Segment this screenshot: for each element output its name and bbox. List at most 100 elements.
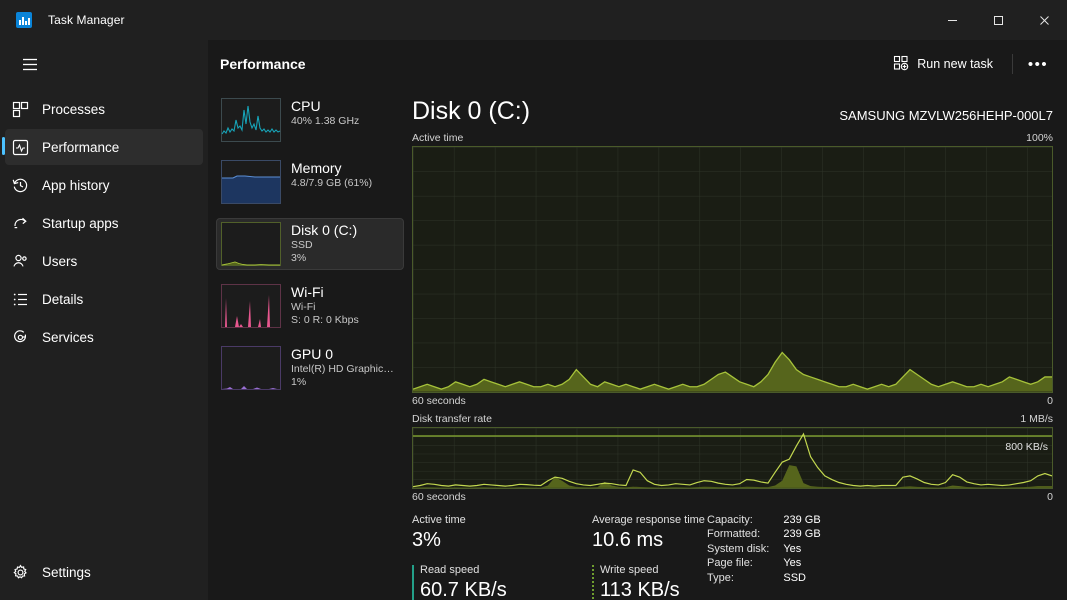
info-key: Formatted: [707, 527, 769, 542]
nav-spacer [0, 356, 208, 553]
resource-list: CPU 40% 1.38 GHz [208, 88, 404, 600]
resource-item-cpu[interactable]: CPU 40% 1.38 GHz [216, 94, 404, 146]
more-options-button[interactable]: ••• [1021, 48, 1055, 80]
resource-item-wifi[interactable]: Wi-Fi Wi-Fi S: 0 R: 0 Kbps [216, 280, 404, 332]
resource-item-memory[interactable]: Memory 4.8/7.9 GB (61%) [216, 156, 404, 208]
hamburger-icon [12, 48, 48, 80]
disk-info-values: 239 GB 239 GB Yes Yes SSD [783, 513, 820, 600]
sidebar-item-services[interactable]: Services [5, 319, 203, 355]
header-actions: Run new task ••• [882, 48, 1055, 80]
sidebar-item-label: Startup apps [42, 216, 119, 231]
detail-header: Disk 0 (C:) SAMSUNG MZVLW256HEHP-000L7 [412, 88, 1053, 126]
memory-thumbnail-graph [221, 160, 281, 204]
info-value: 239 GB [783, 513, 820, 528]
sidebar-item-label: Details [42, 292, 83, 307]
stat-value: 10.6 ms [592, 528, 707, 553]
stat-label: Active time [412, 513, 592, 528]
detail-model: SAMSUNG MZVLW256HEHP-000L7 [839, 108, 1053, 126]
transfer-rate-caption: Disk transfer rate 1 MB/s [412, 413, 1053, 425]
sidebar-nav: Processes Performance [0, 40, 208, 600]
resource-detail-1: Intel(R) HD Graphics ... [291, 363, 397, 376]
resource-detail-1: Wi-Fi [291, 301, 359, 314]
active-time-caption: Active time 100% [412, 132, 1053, 144]
stats-column-left: Active time 3% Read speed 60.7 KB/s [412, 513, 592, 600]
stat-value: 113 KB/s [600, 578, 680, 600]
menu-toggle[interactable] [0, 44, 208, 84]
stat-label: Average response time [592, 513, 707, 528]
performance-icon [12, 139, 42, 156]
window-body: Processes Performance [0, 40, 1067, 600]
maximize-button[interactable] [975, 0, 1021, 40]
gpu-thumbnail-graph [221, 346, 281, 390]
minimize-button[interactable] [929, 0, 975, 40]
transfer-rate-chart: 800 KB/s [412, 427, 1053, 489]
resource-name: Wi-Fi [291, 284, 359, 301]
resource-name: Memory [291, 160, 372, 177]
resource-name: Disk 0 (C:) [291, 222, 357, 239]
resource-meta: CPU 40% 1.38 GHz [291, 98, 359, 128]
info-key: System disk: [707, 542, 769, 557]
window-controls [929, 0, 1067, 40]
resource-detail-2: 3% [291, 252, 357, 265]
resource-item-gpu-0[interactable]: GPU 0 Intel(R) HD Graphics ... 1% [216, 342, 404, 394]
info-value: Yes [783, 556, 820, 571]
detail-title: Disk 0 (C:) [412, 96, 530, 126]
active-time-x-left: 60 seconds [412, 395, 466, 407]
active-time-x-right: 0 [1047, 395, 1053, 407]
stat-label: Write speed [600, 563, 680, 578]
close-button[interactable] [1021, 0, 1067, 40]
read-speed-legend-swatch [412, 565, 414, 600]
taskmanager-icon [16, 12, 32, 28]
resource-meta: Wi-Fi Wi-Fi S: 0 R: 0 Kbps [291, 284, 359, 327]
header-divider [1012, 54, 1013, 74]
sidebar-item-app-history[interactable]: App history [5, 167, 203, 203]
active-time-chart [412, 146, 1053, 393]
info-key: Capacity: [707, 513, 769, 528]
info-value: 239 GB [783, 527, 820, 542]
sidebar-item-label: Users [42, 254, 77, 269]
transfer-rate-x-left: 60 seconds [412, 491, 466, 503]
transfer-rate-axis: 60 seconds 0 [412, 491, 1053, 503]
sidebar-item-performance[interactable]: Performance [5, 129, 203, 165]
stat-response-time: Average response time 10.6 ms [592, 513, 707, 553]
sidebar-item-label: App history [42, 178, 110, 193]
services-icon [12, 329, 42, 346]
resource-detail-1: SSD [291, 239, 357, 252]
wifi-thumbnail-graph [221, 284, 281, 328]
stat-value: 60.7 KB/s [420, 578, 507, 600]
disk-info-table: Capacity: Formatted: System disk: Page f… [707, 513, 821, 600]
sidebar-item-details[interactable]: Details [5, 281, 203, 317]
info-key: Type: [707, 571, 769, 586]
history-icon [12, 177, 42, 194]
resource-meta: GPU 0 Intel(R) HD Graphics ... 1% [291, 346, 397, 389]
performance-panes: CPU 40% 1.38 GHz [208, 88, 1067, 600]
content-header: Performance Run new task ••• [208, 40, 1067, 88]
sidebar-item-settings[interactable]: Settings [5, 554, 203, 590]
resource-name: GPU 0 [291, 346, 397, 363]
stat-label: Read speed [420, 563, 507, 578]
sidebar-item-label: Processes [42, 102, 105, 117]
transfer-rate-marker-label: 800 KB/s [1005, 441, 1048, 453]
sidebar-item-label: Performance [42, 140, 119, 155]
run-new-task-button[interactable]: Run new task [882, 48, 1004, 80]
cpu-thumbnail-graph [221, 98, 281, 142]
active-time-chart-svg [413, 147, 1052, 392]
task-manager-window: Task Manager [0, 0, 1067, 600]
sidebar-item-processes[interactable]: Processes [5, 91, 203, 127]
stat-value: 3% [412, 528, 592, 553]
stat-write-speed: Write speed 113 KB/s [592, 563, 680, 600]
gear-icon [12, 564, 42, 581]
sidebar-item-users[interactable]: Users [5, 243, 203, 279]
transfer-rate-max: 1 MB/s [1020, 413, 1053, 425]
info-value: SSD [783, 571, 820, 586]
resource-item-disk-0[interactable]: Disk 0 (C:) SSD 3% [216, 218, 404, 270]
sidebar-item-startup-apps[interactable]: Startup apps [5, 205, 203, 241]
disk-stats: Active time 3% Read speed 60.7 KB/s [412, 513, 1053, 600]
active-time-label: Active time [412, 132, 463, 144]
startup-icon [12, 215, 42, 232]
active-time-max: 100% [1026, 132, 1053, 144]
users-icon [12, 253, 42, 270]
title-bar: Task Manager [0, 0, 1067, 40]
disk-thumbnail-graph [221, 222, 281, 266]
resource-detail-1: 40% 1.38 GHz [291, 115, 359, 128]
